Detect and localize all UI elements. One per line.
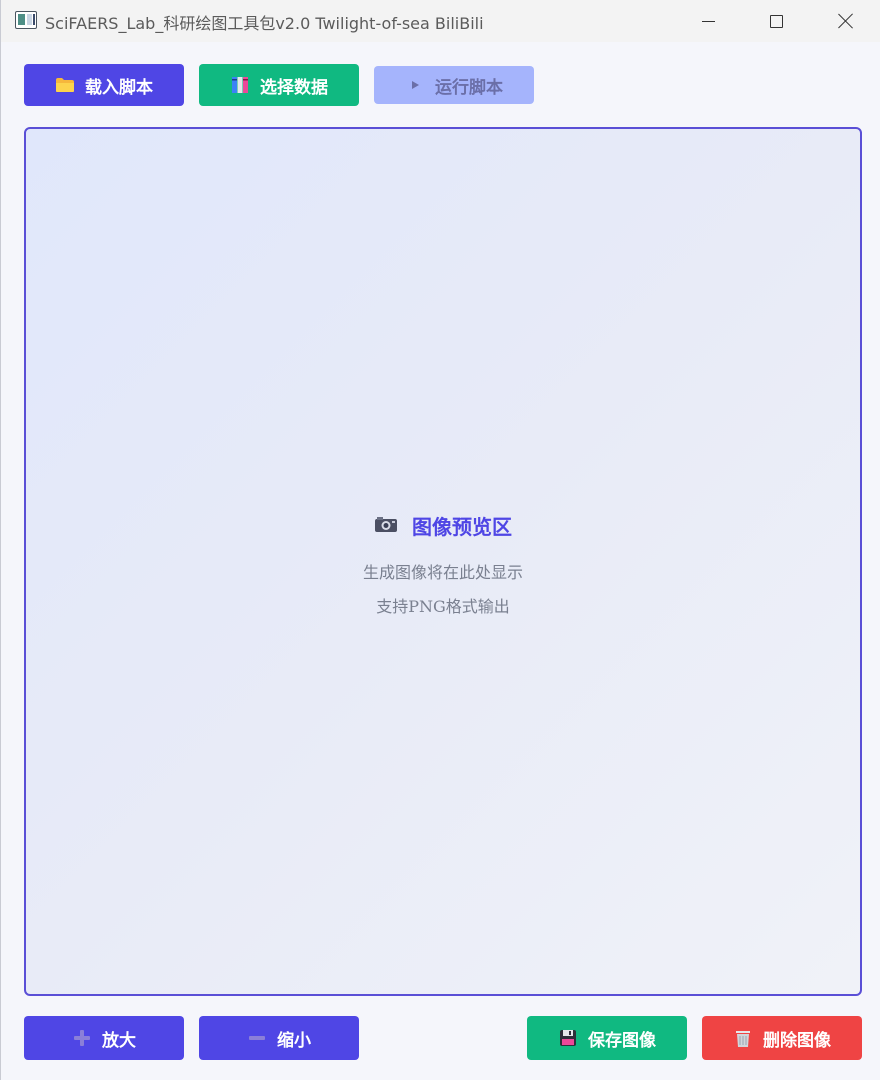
run-script-label: 运行脚本 [435, 77, 503, 98]
save-image-label: 保存图像 [588, 1030, 656, 1051]
floppy-disk-icon [558, 1028, 578, 1048]
delete-image-button[interactable]: 删除图像 [702, 1016, 862, 1060]
minimize-icon [701, 20, 715, 22]
close-icon [838, 13, 854, 29]
app-window: SciFAERS_Lab_科研绘图工具包v2.0 Twilight-of-sea… [0, 0, 880, 1080]
title-bar: SciFAERS_Lab_科研绘图工具包v2.0 Twilight-of-sea… [1, 0, 880, 42]
zoom-out-button[interactable]: 缩小 [199, 1016, 359, 1060]
preview-title: 图像预览区 [412, 515, 512, 539]
close-button[interactable] [811, 0, 880, 42]
window-title: SciFAERS_Lab_科研绘图工具包v2.0 Twilight-of-sea… [45, 14, 484, 33]
save-image-button[interactable]: 保存图像 [527, 1016, 687, 1060]
app-icon [15, 11, 37, 29]
select-data-button[interactable]: 选择数据 [199, 64, 359, 106]
camera-icon [374, 515, 398, 537]
minimize-button[interactable] [673, 0, 743, 42]
delete-image-label: 删除图像 [763, 1030, 831, 1051]
preview-heading: 图像预览区 [26, 511, 860, 540]
image-preview-area: 图像预览区 生成图像将在此处显示 支持PNG格式输出 [24, 127, 862, 996]
trash-icon [733, 1028, 753, 1048]
run-script-button[interactable]: 运行脚本 [374, 66, 534, 104]
play-icon [405, 75, 425, 95]
minus-icon [247, 1028, 267, 1048]
books-icon [230, 75, 250, 95]
plus-icon [72, 1028, 92, 1048]
zoom-in-button[interactable]: 放大 [24, 1016, 184, 1060]
load-script-button[interactable]: 载入脚本 [24, 64, 184, 106]
load-script-label: 载入脚本 [85, 77, 153, 98]
preview-hint-format: 支持PNG格式输出 [376, 597, 510, 616]
select-data-label: 选择数据 [260, 77, 328, 98]
preview-hint-display: 生成图像将在此处显示 [362, 563, 523, 582]
folder-icon [55, 75, 75, 95]
zoom-in-label: 放大 [102, 1030, 136, 1051]
maximize-icon [769, 14, 783, 28]
zoom-out-label: 缩小 [277, 1030, 311, 1051]
maximize-button[interactable] [741, 0, 811, 42]
